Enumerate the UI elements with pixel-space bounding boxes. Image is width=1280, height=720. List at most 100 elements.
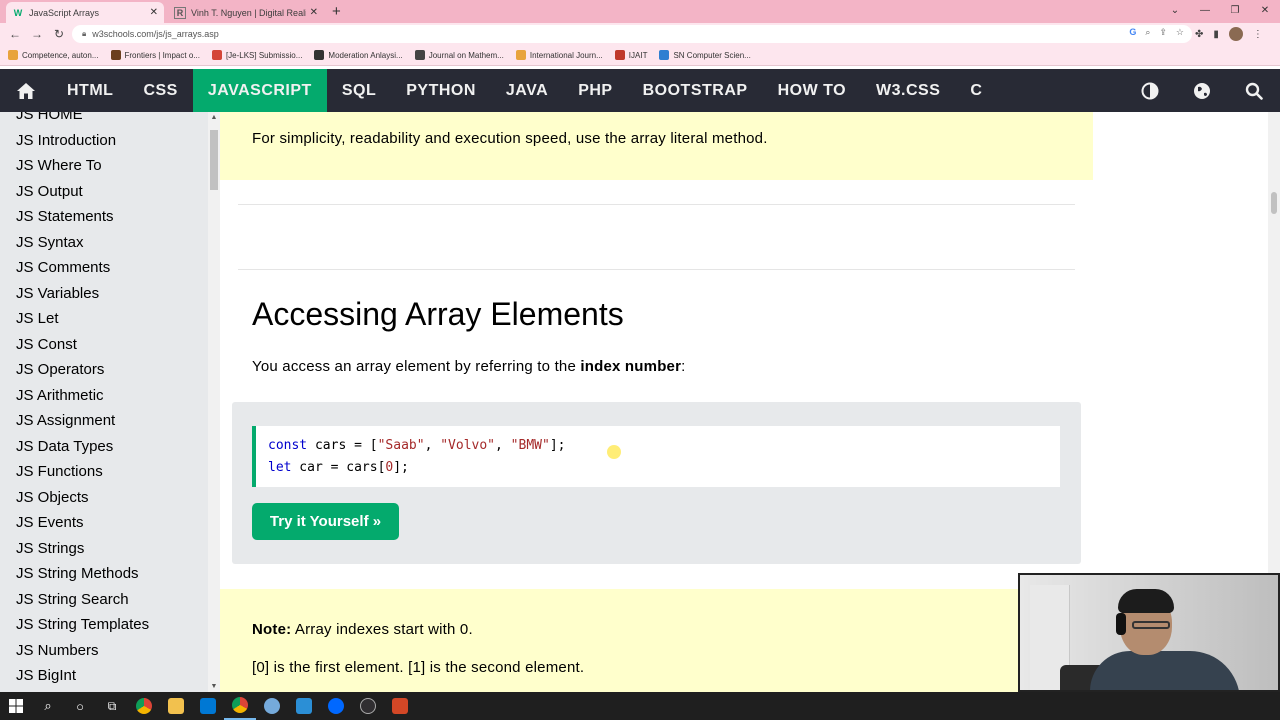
bookmark-item[interactable]: [Je-LKS] Submissio... — [211, 50, 302, 60]
nav-item-bootstrap[interactable]: BOOTSTRAP — [628, 69, 763, 112]
extensions-icon[interactable]: ✤ — [1195, 29, 1203, 40]
search-icon[interactable] — [1228, 69, 1280, 112]
bookmark-favicon-icon — [515, 50, 526, 60]
bookmark-item[interactable]: Moderation Anlaysi... — [314, 50, 403, 60]
file-explorer-icon[interactable] — [160, 692, 192, 720]
sidebar-item-js-numbers[interactable]: JS Numbers — [16, 642, 99, 659]
nav-item-python[interactable]: PYTHON — [391, 69, 491, 112]
bookmark-item[interactable]: Journal on Mathem... — [414, 50, 504, 60]
home-icon[interactable] — [0, 69, 52, 112]
nav-item-php[interactable]: PHP — [563, 69, 627, 112]
close-icon[interactable]: ✕ — [310, 7, 318, 18]
sidebar-scrollbar[interactable]: ▲ ▼ — [208, 112, 220, 692]
search-icon[interactable]: ⌕ — [32, 692, 64, 720]
sidebar-item-js-operators[interactable]: JS Operators — [16, 361, 104, 378]
window-close-icon[interactable]: ✕ — [1250, 0, 1280, 23]
nav-item-javascript[interactable]: JAVASCRIPT — [192, 69, 327, 112]
nav-item-sql[interactable]: SQL — [327, 69, 391, 112]
sidebar-item-js-objects[interactable]: JS Objects — [16, 489, 89, 506]
scroll-up-icon[interactable]: ▲ — [208, 114, 220, 121]
address-bar[interactable]: 🔒︎ w3schools.com/js/js_arrays.asp G ⌕ ⇪ … — [72, 25, 1192, 43]
sidebar-item-js-assignment[interactable]: JS Assignment — [16, 412, 115, 429]
bookmark-item[interactable]: Competence, auton... — [8, 50, 99, 60]
sidebar-item-js-variables[interactable]: JS Variables — [16, 285, 99, 302]
bookmark-favicon-icon — [314, 50, 325, 60]
chrome-active-icon[interactable] — [224, 692, 256, 720]
intro-bold-text: index number — [580, 358, 682, 375]
code-text: , — [424, 438, 441, 453]
bookmark-item[interactable]: Frontiers | Impact o... — [110, 50, 200, 60]
task-view-icon[interactable]: ⧉ — [96, 692, 128, 720]
code-block[interactable]: const cars = ["Saab", "Volvo", "BMW"]; l… — [252, 426, 1060, 487]
windows-taskbar: ⌕ ○ ⧉ — [0, 692, 1280, 720]
bookmark-item[interactable]: IJAIT — [614, 50, 647, 60]
windows-start-icon[interactable] — [0, 692, 32, 720]
nav-item-how-to[interactable]: HOW TO — [763, 69, 861, 112]
cortana-icon[interactable]: ○ — [64, 692, 96, 720]
tab-title: Vinh T. Nguyen | Digital Reality — [191, 7, 306, 18]
chrome-icon[interactable] — [128, 692, 160, 720]
sidebar-item-js-introduction[interactable]: JS Introduction — [16, 132, 116, 149]
nav-item-c[interactable]: C — [955, 69, 997, 112]
sidebar-item-js-functions[interactable]: JS Functions — [16, 463, 103, 480]
contrast-toggle-icon[interactable] — [1124, 69, 1176, 112]
vscode-icon[interactable] — [288, 692, 320, 720]
sidebar-item-js-syntax[interactable]: JS Syntax — [16, 234, 84, 251]
sidebar-scroll-thumb[interactable] — [210, 130, 218, 190]
sidebar-item-js-string-search[interactable]: JS String Search — [16, 591, 129, 608]
zoom-icon[interactable]: ⌕ — [1145, 27, 1150, 38]
sidebar-item-js-statements[interactable]: JS Statements — [16, 208, 114, 225]
sidebar-item-js-string-templates[interactable]: JS String Templates — [16, 616, 149, 633]
bookmark-star-icon[interactable]: ☆ — [1176, 27, 1184, 38]
sidebar-js-menu: ▲ ▼ JS HOME JS Introduction JS Where To JS … — [0, 112, 220, 692]
tab-javascript-arrays[interactable]: W JavaScript Arrays ✕ — [6, 2, 164, 23]
powerpoint-icon[interactable] — [384, 692, 416, 720]
tab-title: JavaScript Arrays — [29, 7, 100, 18]
nav-item-css[interactable]: CSS — [128, 69, 192, 112]
nav-item-html[interactable]: HTML — [52, 69, 128, 112]
new-tab-icon[interactable]: + — [332, 3, 341, 20]
scroll-down-icon[interactable]: ▼ — [208, 683, 220, 690]
sidebar-item-js-output[interactable]: JS Output — [16, 183, 83, 200]
bookmark-item[interactable]: SN Computer Scien... — [659, 50, 751, 60]
nav-item-w3-css[interactable]: W3.CSS — [861, 69, 955, 112]
sidebar-item-js-arithmetic[interactable]: JS Arithmetic — [16, 387, 104, 404]
sidebar-item-js-home[interactable]: JS HOME — [16, 112, 83, 123]
toolbar-right-icons: ✤ ▮ ⋮ — [1195, 23, 1263, 45]
page-scroll-thumb[interactable] — [1271, 192, 1277, 214]
side-panel-icon[interactable]: ▮ — [1213, 29, 1219, 40]
sidebar-item-js-events[interactable]: JS Events — [16, 514, 84, 531]
tab-vinh-nguyen[interactable]: R Vinh T. Nguyen | Digital Reality ✕ — [168, 2, 324, 23]
sidebar-item-js-bigint[interactable]: JS BigInt — [16, 667, 76, 684]
minimize-icon[interactable]: — — [1190, 0, 1220, 23]
google-translate-icon[interactable]: G — [1129, 27, 1136, 38]
sidebar-item-js-data-types[interactable]: JS Data Types — [16, 438, 113, 455]
share-icon[interactable]: ⇪ — [1159, 27, 1167, 38]
reload-icon[interactable]: ↻ — [48, 27, 70, 41]
bookmark-item[interactable]: International Journ... — [515, 50, 603, 60]
code-line-2: let car = cars[0]; — [268, 457, 1060, 479]
sidebar-item-js-let[interactable]: JS Let — [16, 310, 59, 327]
sidebar-item-js-comments[interactable]: JS Comments — [16, 259, 110, 276]
restore-icon[interactable]: ❐ — [1220, 0, 1250, 23]
mail-icon[interactable] — [192, 692, 224, 720]
sidebar-item-js-strings[interactable]: JS Strings — [16, 540, 84, 557]
sidebar-item-js-const[interactable]: JS Const — [16, 336, 77, 353]
nav-item-java[interactable]: JAVA — [491, 69, 563, 112]
w3schools-favicon-icon: W — [13, 7, 23, 18]
sidebar-item-js-string-methods[interactable]: JS String Methods — [16, 565, 139, 582]
profile-avatar[interactable] — [1228, 27, 1243, 41]
sidebar-item-js-where-to[interactable]: JS Where To — [16, 157, 102, 174]
bookmark-favicon-icon — [211, 50, 222, 60]
globe-icon[interactable] — [1176, 69, 1228, 112]
try-it-yourself-button[interactable]: Try it Yourself » — [252, 503, 399, 540]
zalo-icon[interactable] — [320, 692, 352, 720]
obs-icon[interactable] — [352, 692, 384, 720]
close-icon[interactable]: ✕ — [150, 7, 158, 18]
forward-icon[interactable]: → — [26, 27, 48, 41]
menu-kebab-icon[interactable]: ⋮ — [1253, 29, 1263, 40]
r-studio-icon[interactable] — [256, 692, 288, 720]
back-icon[interactable]: ← — [4, 27, 26, 41]
tab-search-icon[interactable]: ⌄ — [1160, 0, 1190, 23]
tip-box: For simplicity, readability and executio… — [220, 112, 1093, 180]
